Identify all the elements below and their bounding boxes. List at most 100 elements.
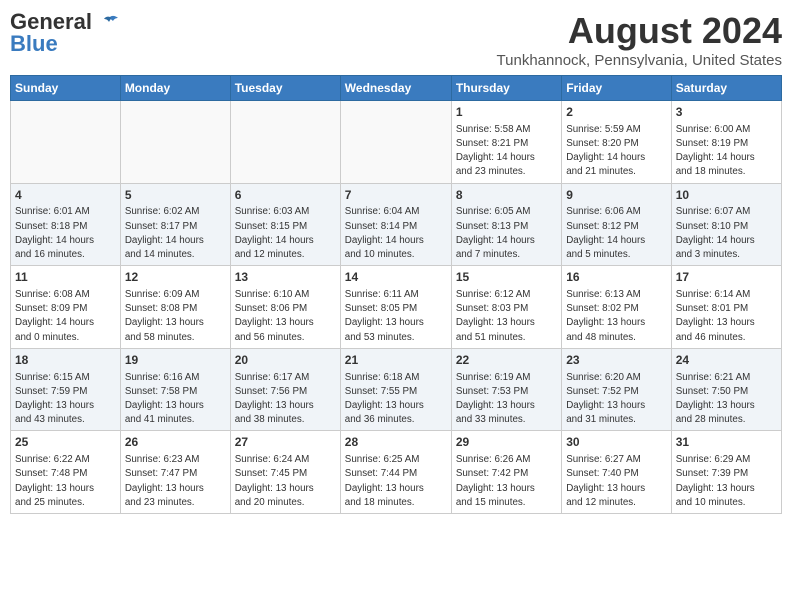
- calendar-cell: 27 Sunrise: 6:24 AM Sunset: 7:45 PM Dayli…: [230, 431, 340, 514]
- calendar-cell: [230, 101, 340, 184]
- day-info: Sunrise: 6:21 AM Sunset: 7:50 PM Dayligh…: [676, 371, 777, 428]
- day-number: 15: [456, 269, 557, 286]
- day-number: 2: [566, 104, 667, 121]
- day-number: 22: [456, 352, 557, 369]
- day-number: 26: [125, 434, 226, 451]
- day-number: 10: [676, 187, 777, 204]
- day-info: Sunrise: 5:59 AM Sunset: 8:20 PM Dayligh…: [566, 123, 667, 180]
- day-info: Sunrise: 6:01 AM Sunset: 8:18 PM Dayligh…: [15, 205, 116, 262]
- day-number: 3: [676, 104, 777, 121]
- day-info: Sunrise: 6:17 AM Sunset: 7:56 PM Dayligh…: [235, 371, 336, 428]
- header-tuesday: Tuesday: [230, 76, 340, 101]
- calendar-cell: 6Sunrise: 6:03 AM Sunset: 8:15 PM Daylig…: [230, 183, 340, 266]
- day-number: 8: [456, 187, 557, 204]
- day-number: 1: [456, 104, 557, 121]
- day-info: Sunrise: 6:29 AM Sunset: 7:39 PM Dayligh…: [676, 453, 777, 510]
- calendar-cell: 24 Sunrise: 6:21 AM Sunset: 7:50 PM Dayli…: [671, 348, 781, 431]
- day-number: 29: [456, 434, 557, 451]
- calendar-cell: 10Sunrise: 6:07 AM Sunset: 8:10 PM Dayli…: [671, 183, 781, 266]
- logo: General Blue: [10, 10, 120, 56]
- day-info: Sunrise: 6:11 AM Sunset: 8:05 PM Dayligh…: [345, 288, 447, 345]
- day-info: Sunrise: 6:15 AM Sunset: 7:59 PM Dayligh…: [15, 371, 116, 428]
- calendar-cell: 2 Sunrise: 5:59 AM Sunset: 8:20 PM Daylig…: [562, 101, 672, 184]
- day-number: 24: [676, 352, 777, 369]
- day-info: Sunrise: 6:03 AM Sunset: 8:15 PM Dayligh…: [235, 205, 336, 262]
- day-info: Sunrise: 6:26 AM Sunset: 7:42 PM Dayligh…: [456, 453, 557, 510]
- day-number: 4: [15, 187, 116, 204]
- day-number: 25: [15, 434, 116, 451]
- calendar-cell: 26Sunrise: 6:23 AM Sunset: 7:47 PM Dayli…: [120, 431, 230, 514]
- day-number: 14: [345, 269, 447, 286]
- calendar-cell: 20 Sunrise: 6:17 AM Sunset: 7:56 PM Dayli…: [230, 348, 340, 431]
- day-info: Sunrise: 6:02 AM Sunset: 8:17 PM Dayligh…: [125, 205, 226, 262]
- header-sunday: Sunday: [11, 76, 121, 101]
- day-number: 16: [566, 269, 667, 286]
- calendar-cell: 15 Sunrise: 6:12 AM Sunset: 8:03 PM Dayli…: [451, 266, 561, 349]
- day-info: Sunrise: 6:19 AM Sunset: 7:53 PM Dayligh…: [456, 371, 557, 428]
- calendar-cell: 9Sunrise: 6:06 AM Sunset: 8:12 PM Daylig…: [562, 183, 672, 266]
- calendar-week-2: 4Sunrise: 6:01 AM Sunset: 8:18 PM Daylig…: [11, 183, 782, 266]
- day-info: Sunrise: 6:14 AM Sunset: 8:01 PM Dayligh…: [676, 288, 777, 345]
- day-info: Sunrise: 6:12 AM Sunset: 8:03 PM Dayligh…: [456, 288, 557, 345]
- day-number: 6: [235, 187, 336, 204]
- day-info: Sunrise: 6:20 AM Sunset: 7:52 PM Dayligh…: [566, 371, 667, 428]
- header-friday: Friday: [562, 76, 672, 101]
- header-monday: Monday: [120, 76, 230, 101]
- day-number: 27: [235, 434, 336, 451]
- day-info: Sunrise: 6:24 AM Sunset: 7:45 PM Dayligh…: [235, 453, 336, 510]
- day-info: Sunrise: 6:10 AM Sunset: 8:06 PM Dayligh…: [235, 288, 336, 345]
- calendar-cell: 7Sunrise: 6:04 AM Sunset: 8:14 PM Daylig…: [340, 183, 451, 266]
- calendar-cell: 23 Sunrise: 6:20 AM Sunset: 7:52 PM Dayli…: [562, 348, 672, 431]
- calendar-cell: 4Sunrise: 6:01 AM Sunset: 8:18 PM Daylig…: [11, 183, 121, 266]
- calendar-week-4: 18Sunrise: 6:15 AM Sunset: 7:59 PM Dayli…: [11, 348, 782, 431]
- day-info: Sunrise: 6:25 AM Sunset: 7:44 PM Dayligh…: [345, 453, 447, 510]
- calendar-cell: 25 Sunrise: 6:22 AM Sunset: 7:48 PM Dayli…: [11, 431, 121, 514]
- day-number: 13: [235, 269, 336, 286]
- calendar-week-5: 25 Sunrise: 6:22 AM Sunset: 7:48 PM Dayli…: [11, 431, 782, 514]
- day-number: 11: [15, 269, 116, 286]
- day-number: 20: [235, 352, 336, 369]
- month-year-title: August 2024: [497, 10, 782, 52]
- day-number: 19: [125, 352, 226, 369]
- day-number: 12: [125, 269, 226, 286]
- day-number: 23: [566, 352, 667, 369]
- day-number: 7: [345, 187, 447, 204]
- calendar-cell: 11Sunrise: 6:08 AM Sunset: 8:09 PM Dayli…: [11, 266, 121, 349]
- location-subtitle: Tunkhannock, Pennsylvania, United States: [497, 52, 782, 69]
- day-info: Sunrise: 6:00 AM Sunset: 8:19 PM Dayligh…: [676, 123, 777, 180]
- calendar-cell: 1 Sunrise: 5:58 AM Sunset: 8:21 PM Daylig…: [451, 101, 561, 184]
- calendar-cell: [120, 101, 230, 184]
- day-info: Sunrise: 6:07 AM Sunset: 8:10 PM Dayligh…: [676, 205, 777, 262]
- day-number: 28: [345, 434, 447, 451]
- day-number: 9: [566, 187, 667, 204]
- day-number: 31: [676, 434, 777, 451]
- day-info: Sunrise: 6:16 AM Sunset: 7:58 PM Dayligh…: [125, 371, 226, 428]
- calendar-cell: 22 Sunrise: 6:19 AM Sunset: 7:53 PM Dayli…: [451, 348, 561, 431]
- header-saturday: Saturday: [671, 76, 781, 101]
- day-number: 21: [345, 352, 447, 369]
- calendar-cell: 28 Sunrise: 6:25 AM Sunset: 7:44 PM Dayli…: [340, 431, 451, 514]
- day-info: Sunrise: 6:18 AM Sunset: 7:55 PM Dayligh…: [345, 371, 447, 428]
- day-info: Sunrise: 6:04 AM Sunset: 8:14 PM Dayligh…: [345, 205, 447, 262]
- calendar-cell: 31 Sunrise: 6:29 AM Sunset: 7:39 PM Dayli…: [671, 431, 781, 514]
- day-info: Sunrise: 6:22 AM Sunset: 7:48 PM Dayligh…: [15, 453, 116, 510]
- calendar-cell: 5Sunrise: 6:02 AM Sunset: 8:17 PM Daylig…: [120, 183, 230, 266]
- calendar-cell: [340, 101, 451, 184]
- day-info: Sunrise: 5:58 AM Sunset: 8:21 PM Dayligh…: [456, 123, 557, 180]
- calendar-week-1: 1 Sunrise: 5:58 AM Sunset: 8:21 PM Daylig…: [11, 101, 782, 184]
- day-info: Sunrise: 6:13 AM Sunset: 8:02 PM Dayligh…: [566, 288, 667, 345]
- calendar-header-row: SundayMondayTuesdayWednesdayThursdayFrid…: [11, 76, 782, 101]
- day-info: Sunrise: 6:27 AM Sunset: 7:40 PM Dayligh…: [566, 453, 667, 510]
- day-number: 17: [676, 269, 777, 286]
- day-info: Sunrise: 6:06 AM Sunset: 8:12 PM Dayligh…: [566, 205, 667, 262]
- calendar-cell: 18Sunrise: 6:15 AM Sunset: 7:59 PM Dayli…: [11, 348, 121, 431]
- logo-bird-icon: [100, 15, 120, 31]
- logo-blue: Blue: [10, 32, 58, 56]
- day-info: Sunrise: 6:05 AM Sunset: 8:13 PM Dayligh…: [456, 205, 557, 262]
- day-info: Sunrise: 6:09 AM Sunset: 8:08 PM Dayligh…: [125, 288, 226, 345]
- calendar-cell: 14 Sunrise: 6:11 AM Sunset: 8:05 PM Dayli…: [340, 266, 451, 349]
- calendar-cell: 21 Sunrise: 6:18 AM Sunset: 7:55 PM Dayli…: [340, 348, 451, 431]
- calendar-table: SundayMondayTuesdayWednesdayThursdayFrid…: [10, 75, 782, 514]
- calendar-week-3: 11Sunrise: 6:08 AM Sunset: 8:09 PM Dayli…: [11, 266, 782, 349]
- calendar-cell: 19 Sunrise: 6:16 AM Sunset: 7:58 PM Dayli…: [120, 348, 230, 431]
